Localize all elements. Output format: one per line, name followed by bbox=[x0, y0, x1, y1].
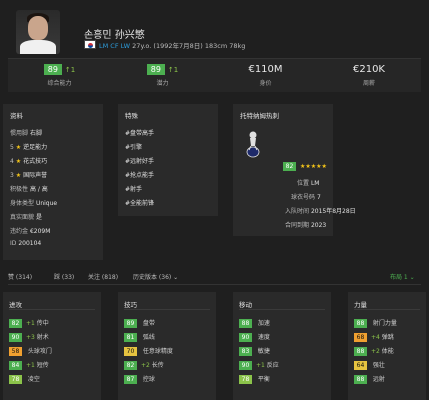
attr-row: 78 平衡 bbox=[239, 375, 270, 385]
player-header: 손흥민 孙兴慜 LM CF LW 27y.o. (1992年7月8日) 183c… bbox=[0, 0, 429, 56]
player-positions[interactable]: LM CF LW bbox=[99, 42, 130, 50]
wage-stat: €210K 周薪 bbox=[352, 64, 385, 87]
attr-attacking: 进攻 82 +1 传中 90 +3 射术 58 头球攻门 84 +1 短传 78 凌空 bbox=[3, 292, 101, 400]
attr-row: 58 头球攻门 bbox=[9, 347, 52, 357]
star-icon: ★ bbox=[15, 158, 22, 165]
attr-row: 82 +2 长传 bbox=[124, 361, 164, 371]
player-meta: LM CF LW 27y.o. (1992年7月8日) 183cm 78kg bbox=[99, 40, 245, 50]
traits-title: 特殊 bbox=[125, 112, 138, 120]
attr-row: 89 盘带 bbox=[124, 319, 155, 329]
attr-row: 70 任意球精度 bbox=[124, 347, 173, 357]
profile-row: 3 ★ 国际声誉 bbox=[10, 172, 48, 179]
attr-row: 64 强壮 bbox=[354, 361, 385, 371]
attr-row: 84 +1 短传 bbox=[9, 361, 49, 371]
trait-tag[interactable]: #全能前锋 bbox=[125, 198, 154, 207]
player-avatar bbox=[16, 10, 60, 54]
profile-row: 真实面貌 是 bbox=[10, 214, 42, 221]
club-panel: 托特纳姆热刺 82 ★★★★★ 位置 LM 球衣号码 7 入队时间 2015年8月… bbox=[233, 104, 356, 236]
attr-row: 82 +1 传中 bbox=[9, 319, 49, 329]
player-name: 손흥민 孙兴慜 bbox=[84, 30, 145, 41]
attr-row: 81 弧线 bbox=[124, 333, 155, 343]
attr-row: 90 速度 bbox=[239, 333, 270, 343]
club-row: 球衣号码 7 bbox=[291, 194, 321, 201]
club-row: 位置 LM bbox=[297, 180, 320, 187]
trait-tag[interactable]: #射手 bbox=[125, 184, 142, 193]
traits-panel: 特殊 #盘带高手 #引擎 #远射好手 #抢点能手 #射手 #全能前锋 bbox=[118, 104, 218, 216]
trait-tag[interactable]: #盘带高手 bbox=[125, 128, 154, 137]
tab-follows[interactable]: 关注 (818) bbox=[88, 272, 118, 281]
profile-row: 5 ★ 逆足能力 bbox=[10, 144, 48, 151]
trait-tag[interactable]: #远射好手 bbox=[125, 156, 154, 165]
profile-row: 4 ★ 花式技巧 bbox=[10, 158, 48, 165]
attr-row: 68 +4 弹跳 bbox=[354, 333, 394, 343]
summary-bar: 89 ↑1 综合能力 89 ↑1 潜力 €110M 身价 €210K 周薪 bbox=[8, 58, 421, 92]
tab-history[interactable]: 历史版本 (36) ⌄ bbox=[133, 272, 178, 281]
profile-title: 资料 bbox=[10, 112, 23, 120]
profile-panel: 资料 惯用脚 右脚 5 ★ 逆足能力 4 ★ 花式技巧 3 ★ 国际声誉 积极性… bbox=[3, 104, 103, 260]
trait-tag[interactable]: #抢点能手 bbox=[125, 170, 154, 179]
korea-flag-icon bbox=[84, 40, 96, 49]
layout-select[interactable]: 布局 1 ⌄ bbox=[390, 272, 415, 281]
value-stat: €110M 身价 bbox=[248, 64, 283, 87]
overall-stat: 89 ↑1 综合能力 bbox=[8, 59, 111, 93]
attr-power: 力量 88 射门力量 68 +4 弹跳 88 +2 体能 64 强壮 88 远射 bbox=[348, 292, 426, 400]
profile-row: 身体类型 Unique bbox=[10, 200, 58, 207]
tab-dislikes[interactable]: 踩 (33) bbox=[54, 272, 74, 281]
attr-row: 88 射门力量 bbox=[354, 319, 397, 329]
potential-stat: 89 ↑1 潜力 bbox=[111, 59, 214, 93]
divider bbox=[8, 284, 421, 285]
attr-row: 90 +3 射术 bbox=[9, 333, 49, 343]
club-crest-icon bbox=[246, 131, 260, 158]
club-row: 合同到期 2023 bbox=[285, 222, 327, 229]
profile-row: 积极性 高 / 高 bbox=[10, 186, 48, 193]
attr-row: 88 +2 体能 bbox=[354, 347, 394, 357]
attr-movement: 移动 88 加速 90 速度 83 敏捷 90 +1 反应 78 平衡 bbox=[233, 292, 331, 400]
club-title[interactable]: 托特纳姆热刺 bbox=[233, 104, 333, 120]
trait-tag[interactable]: #引擎 bbox=[125, 142, 142, 151]
attr-row: 87 控球 bbox=[124, 375, 155, 385]
attr-row: 78 凌空 bbox=[9, 375, 40, 385]
attr-row: 88 远射 bbox=[354, 375, 385, 385]
player-info: 27y.o. (1992年7月8日) 183cm 78kg bbox=[132, 42, 246, 50]
attr-row: 90 +1 反应 bbox=[239, 361, 279, 371]
attr-row: 88 加速 bbox=[239, 319, 270, 329]
tab-likes[interactable]: 赞 (314) bbox=[8, 272, 32, 281]
club-row: 入队时间 2015年8月28日 bbox=[285, 208, 356, 215]
attr-skill: 技巧 89 盘带 81 弧线 70 任意球精度 82 +2 长传 87 控球 bbox=[118, 292, 216, 400]
profile-row: 违约金 €209M bbox=[10, 228, 51, 235]
profile-row: ID 200104 bbox=[10, 240, 42, 247]
profile-row: 惯用脚 右脚 bbox=[10, 130, 42, 137]
club-rating: 82 ★★★★★ bbox=[283, 162, 327, 171]
star-icon: ★ bbox=[15, 144, 22, 151]
star-icon: ★ bbox=[15, 172, 22, 179]
attr-row: 83 敏捷 bbox=[239, 347, 270, 357]
